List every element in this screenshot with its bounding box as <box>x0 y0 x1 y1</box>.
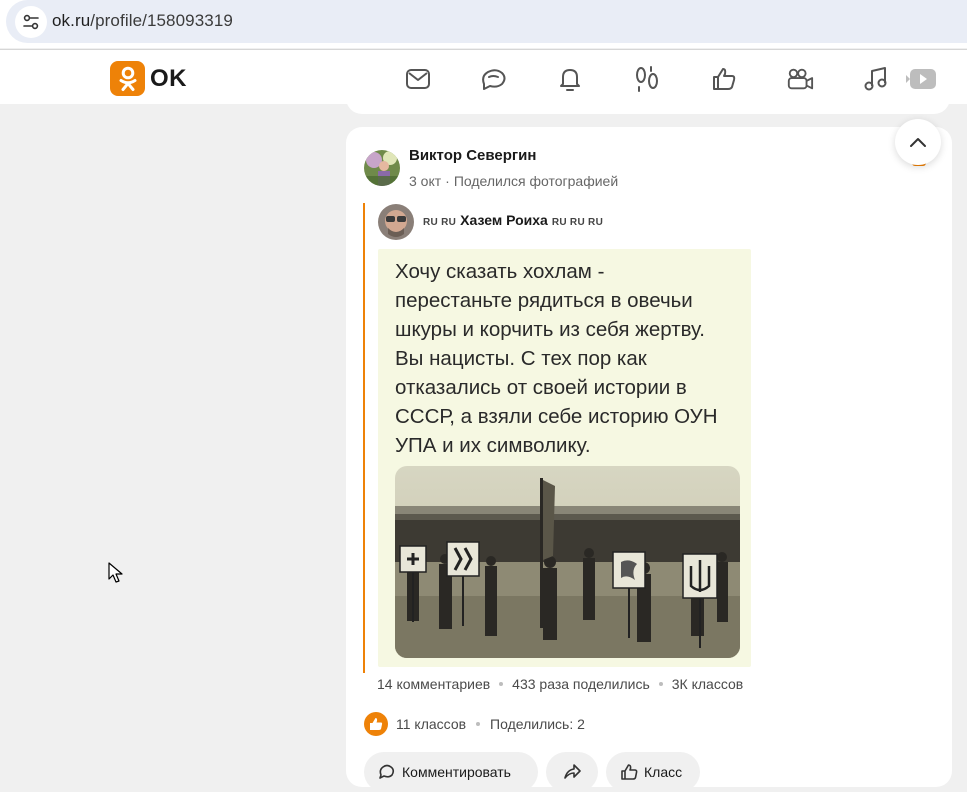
reposted-content: RU RU Хазем Роиха RU RU RU Хочу сказать … <box>363 203 783 673</box>
repost-author[interactable]: RU RU Хазем Роиха RU RU RU <box>423 212 603 228</box>
meta-separator: · <box>445 173 450 189</box>
post-meta: 3 окт · Поделился фотографией <box>409 173 618 189</box>
author-avatar[interactable] <box>364 150 400 186</box>
mouse-cursor-icon <box>108 562 124 584</box>
repost-author-tag-prefix: RU RU <box>423 217 457 228</box>
share-button[interactable] <box>546 752 598 792</box>
like-badge-icon <box>364 712 388 736</box>
thumbs-up-icon[interactable] <box>710 65 738 93</box>
post-action: Поделился фотографией <box>453 173 619 189</box>
image-text-line: Хочу сказать хохлам - <box>395 260 605 283</box>
shares-count[interactable]: Поделились: 2 <box>490 716 585 732</box>
ok-logo[interactable]: OK <box>110 61 187 96</box>
image-text-line: отказались от своей истории в <box>395 376 687 399</box>
footprints-icon[interactable] <box>633 65 661 93</box>
like-button[interactable]: Класс <box>606 752 700 792</box>
image-caption-text: Хочу сказать хохлам - перестаньте рядить… <box>395 257 745 460</box>
mail-icon[interactable] <box>404 65 432 93</box>
image-text-line: УПА и их символику. <box>395 434 591 457</box>
comment-button[interactable]: Комментировать <box>364 752 538 792</box>
post-card: Виктор Севергин 3 окт · Поделился фотограф… <box>346 127 952 792</box>
bell-icon[interactable] <box>556 65 584 93</box>
likes-count[interactable]: 11 классов <box>396 716 466 732</box>
stats-separator <box>658 682 663 686</box>
repost-likes-count[interactable]: 3К классов <box>672 676 743 692</box>
video-play-icon[interactable] <box>906 65 938 93</box>
ok-logo-icon <box>110 61 145 96</box>
ok-logo-text: OK <box>150 64 187 92</box>
author-name[interactable]: Виктор Севергин <box>409 147 536 164</box>
historical-photo <box>395 466 740 658</box>
repost-comments-count[interactable]: 14 комментариев <box>377 676 490 692</box>
video-camera-icon[interactable] <box>786 65 814 93</box>
stats-separator <box>499 682 504 686</box>
url-path: /profile/158093319 <box>90 11 233 30</box>
repost-author-name[interactable]: Хазем Роиха <box>460 212 548 228</box>
post-image[interactable]: Хочу сказать хохлам - перестаньте рядить… <box>378 249 751 667</box>
chat-bubbles-icon[interactable] <box>480 65 508 93</box>
url-host: ok.ru <box>52 11 91 30</box>
repost-stats: 14 комментариев 433 раза поделились 3К к… <box>377 676 743 692</box>
repost-shares-count[interactable]: 433 раза поделились <box>512 676 650 692</box>
image-text-line: СССР, а взяли себе историю ОУН <box>395 405 718 428</box>
browser-toolbar: ok.ru/profile/158093319 <box>0 0 967 48</box>
share-icon <box>564 764 581 779</box>
like-button-label: Класс <box>644 764 683 780</box>
site-header: OK <box>0 49 967 104</box>
url-text[interactable]: ok.ru/profile/158093319 <box>52 11 233 31</box>
comment-icon <box>379 764 395 779</box>
repost-author-avatar[interactable] <box>378 204 414 240</box>
site-settings-icon[interactable] <box>15 6 47 38</box>
address-bar[interactable]: ok.ru/profile/158093319 <box>6 0 967 43</box>
image-text-line: Вы нацисты. С тех пор как <box>395 347 647 370</box>
stats-separator <box>476 722 481 726</box>
chevron-up-icon <box>910 138 926 147</box>
repost-author-tag-suffix: RU RU RU <box>551 217 604 228</box>
post-date[interactable]: 3 окт <box>409 173 441 189</box>
scroll-to-top-button[interactable] <box>895 119 941 165</box>
post-actions: Комментировать Класс <box>364 752 700 792</box>
image-text-line: шкуры и корчить из себя жертву. <box>395 318 705 341</box>
post-stats: 11 классов Поделились: 2 <box>364 712 585 736</box>
thumbs-up-icon <box>621 764 638 780</box>
image-text-line: перестаньте рядиться в овечьи <box>395 289 693 312</box>
music-note-icon[interactable] <box>862 65 890 93</box>
previous-post-card <box>346 98 950 114</box>
comment-button-label: Комментировать <box>402 764 511 780</box>
